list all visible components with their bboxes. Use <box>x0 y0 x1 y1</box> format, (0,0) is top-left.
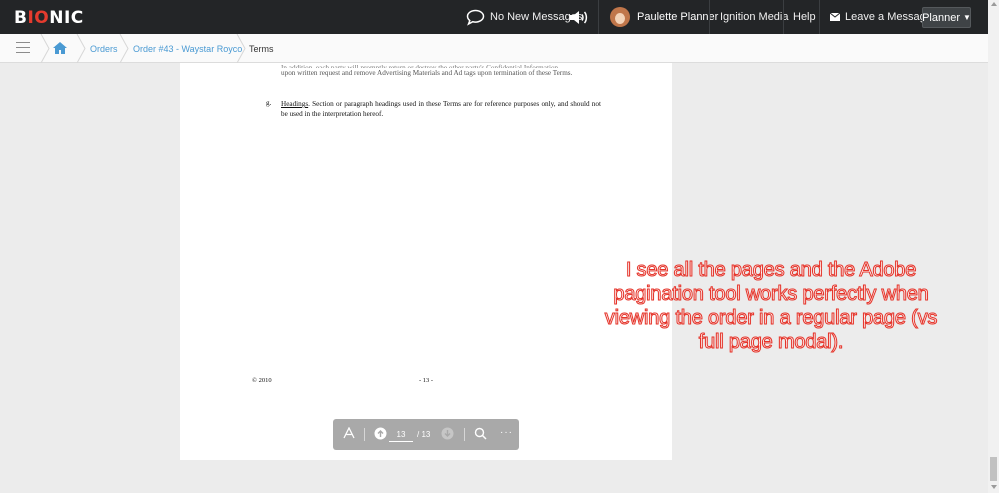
user-menu[interactable]: Paulette Planner <box>610 0 718 34</box>
breadcrumb-separator <box>119 34 129 63</box>
next-page-icon[interactable] <box>441 427 454 440</box>
page-total: / 13 <box>417 430 431 439</box>
leave-message-label: Leave a Message <box>845 11 932 23</box>
logo-text-end: NIC <box>49 8 84 28</box>
breadcrumb-bar: Orders Order #43 - Waystar Royco Terms <box>0 34 988 63</box>
more-options-icon[interactable]: ··· <box>500 427 513 438</box>
page-number-input[interactable]: 13 <box>389 428 413 442</box>
scrollbar[interactable] <box>988 0 999 493</box>
divider <box>819 0 820 34</box>
role-dropdown[interactable]: Planner ▼ <box>922 7 971 28</box>
breadcrumb-order[interactable]: Order #43 - Waystar Royco <box>133 34 242 63</box>
divider <box>709 0 710 34</box>
breadcrumb-orders[interactable]: Orders <box>90 34 118 63</box>
paragraph-text: upon written request and remove Advertis… <box>281 69 573 77</box>
scrollbar-thumb[interactable] <box>990 457 997 481</box>
speech-bubble-icon <box>466 9 485 26</box>
org-link[interactable]: Ignition Media <box>720 0 789 34</box>
app-logo[interactable]: BIONIC <box>14 8 84 28</box>
search-icon[interactable] <box>474 427 487 440</box>
caret-down-icon: ▼ <box>963 13 971 22</box>
avatar <box>610 7 630 27</box>
help-link[interactable]: Help <box>793 0 816 34</box>
user-name: Paulette Planner <box>637 11 719 23</box>
breadcrumb-terms: Terms <box>249 43 274 54</box>
breadcrumb-separator <box>236 34 246 63</box>
divider <box>783 0 784 34</box>
scroll-up-icon[interactable] <box>991 2 997 6</box>
home-icon[interactable] <box>53 42 67 54</box>
role-label: Planner <box>922 11 960 24</box>
breadcrumb-separator <box>40 34 50 63</box>
paragraph-text: . Section or paragraph headings used in … <box>281 100 601 118</box>
paragraph-headings: Headings. Section or paragraph headings … <box>281 99 601 119</box>
logo-text: B <box>14 8 28 28</box>
divider <box>364 428 365 441</box>
speaker-icon[interactable] <box>569 9 590 26</box>
breadcrumb-separator <box>76 34 86 63</box>
logo-accent: IO <box>27 8 50 28</box>
envelope-icon <box>830 13 840 21</box>
adobe-icon[interactable] <box>343 427 355 439</box>
page-footer-number: - 13 - <box>419 377 434 384</box>
paragraph: In addition, each party will promptly re… <box>281 63 601 78</box>
top-nav: BIONIC No New Messages Paulette Planner … <box>0 0 988 34</box>
scroll-down-icon[interactable] <box>991 485 997 489</box>
annotation-text: I see all the pages and the Adobe pagina… <box>604 259 938 354</box>
paragraph-cut-line: In addition, each party will promptly re… <box>281 64 559 68</box>
divider <box>464 428 465 441</box>
section-heading: Headings <box>281 100 309 108</box>
leave-message-link[interactable]: Leave a Message <box>830 0 932 34</box>
previous-page-icon[interactable] <box>374 427 387 440</box>
messages-link[interactable]: No New Messages <box>466 0 582 34</box>
pdf-page: In addition, each party will promptly re… <box>180 63 672 460</box>
page-footer-copyright: © 2010 <box>252 377 272 384</box>
divider <box>598 0 599 34</box>
hamburger-menu-icon[interactable] <box>16 42 30 57</box>
section-label: g. <box>266 99 272 107</box>
